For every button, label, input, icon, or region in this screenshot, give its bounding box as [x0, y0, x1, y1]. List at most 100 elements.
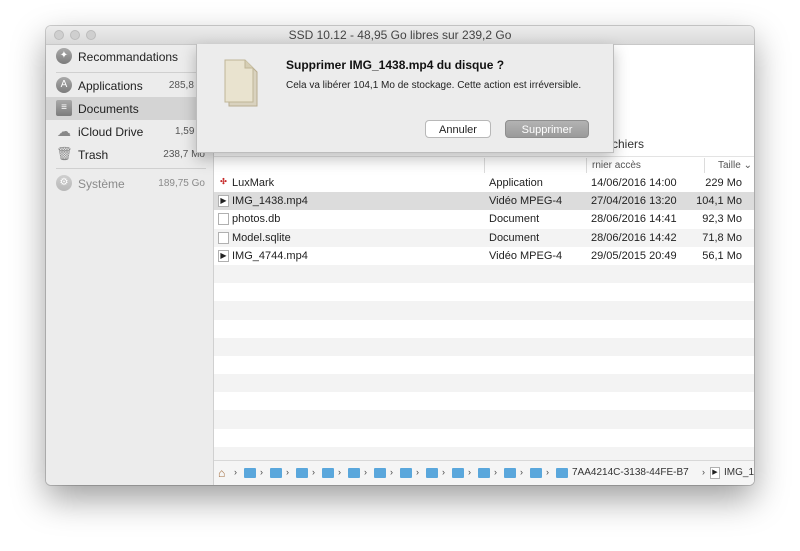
folder-icon[interactable]: [322, 468, 334, 478]
cell-kind: Document: [489, 213, 540, 226]
dialog-title: Supprimer IMG_1438.mp4 du disque ?: [286, 58, 505, 72]
table-row: [214, 301, 754, 320]
table-row: [214, 337, 754, 356]
column-divider: [484, 158, 485, 173]
dialog-message: Cela va libérer 104,1 Mo de stockage. Ce…: [286, 80, 582, 91]
video-file-icon: ▶: [218, 249, 229, 262]
sidebar-item-label: Documents: [78, 102, 139, 116]
chevron-right-icon: ›: [338, 467, 341, 477]
path-bar: ⌂ › › › › › › › › › › › › › 7AA4214C-313…: [214, 460, 754, 485]
table-row[interactable]: Model.sqlite Document 28/06/2016 14:42 7…: [214, 228, 754, 247]
cell-name: Model.sqlite: [232, 231, 291, 244]
folder-icon[interactable]: [452, 468, 464, 478]
video-file-icon: ▶: [710, 467, 720, 479]
table-row: [214, 374, 754, 393]
table-row: [214, 355, 754, 375]
folder-icon[interactable]: [426, 468, 438, 478]
chevron-right-icon: ›: [286, 467, 289, 477]
cloud-icon: ☁: [57, 123, 71, 139]
chevron-right-icon: ›: [390, 467, 393, 477]
column-size-label: Taille: [718, 160, 741, 171]
cell-kind: Document: [489, 231, 540, 244]
column-divider: [704, 158, 705, 173]
storage-window: SSD 10.12 - 48,95 Go libres sur 239,2 Go…: [46, 26, 754, 485]
table-row[interactable]: ✣ LuxMark Application 14/06/2016 14:00 2…: [214, 174, 754, 193]
cell-kind: Vidéo MPEG-4: [489, 195, 563, 208]
file-icon: [218, 231, 229, 244]
folder-icon[interactable]: [244, 468, 256, 478]
sidebar-item-documents[interactable]: ≡ Documents 3: [46, 97, 213, 120]
sidebar: ✦ Recommandations A Applications 285,8 M…: [46, 45, 214, 485]
cancel-button[interactable]: Annuler: [425, 120, 491, 138]
chevron-right-icon: ›: [546, 467, 549, 477]
cell-size: 56,1 Mo: [702, 249, 742, 262]
sidebar-item-applications[interactable]: A Applications 285,8 M: [46, 74, 213, 97]
sidebar-item-label: Applications: [78, 79, 143, 93]
table-row[interactable]: photos.db Document 28/06/2016 14:41 92,3…: [214, 210, 754, 229]
sidebar-item-trash[interactable]: 🗑 Trash 238,7 Mo: [46, 143, 213, 166]
table-row[interactable]: ▶ IMG_1438.mp4 Vidéo MPEG-4 27/04/2016 1…: [214, 192, 754, 211]
cell-accessed: 28/06/2016 14:41: [591, 213, 677, 226]
delete-confirmation-dialog: Supprimer IMG_1438.mp4 du disque ? Cela …: [196, 44, 614, 153]
cell-size: 71,8 Mo: [702, 231, 742, 244]
folder-icon[interactable]: [556, 468, 568, 478]
folder-icon[interactable]: [348, 468, 360, 478]
path-file-label[interactable]: IMG_1438.mp4: [724, 467, 754, 478]
cell-size: 92,3 Mo: [702, 213, 742, 226]
cell-kind: Application: [489, 177, 543, 189]
table-row: [214, 264, 754, 284]
cell-size: 229 Mo: [705, 177, 742, 189]
sidebar-item-systeme[interactable]: ⚙ Système 189,75 Go: [46, 172, 213, 195]
column-size[interactable]: Taille ⌄: [718, 160, 752, 171]
table-row: [214, 410, 754, 429]
home-icon[interactable]: ⌂: [218, 466, 225, 480]
chevron-right-icon: ›: [234, 467, 237, 477]
column-divider: [586, 158, 587, 173]
folder-icon[interactable]: [296, 468, 308, 478]
titlebar: SSD 10.12 - 48,95 Go libres sur 239,2 Go: [46, 26, 754, 45]
video-file-icon: ▶: [218, 195, 229, 208]
trash-icon: 🗑: [56, 146, 73, 161]
sidebar-item-icloud-drive[interactable]: ☁ iCloud Drive 1,59 G: [46, 120, 213, 143]
sidebar-item-label: Système: [78, 177, 125, 191]
sidebar-item-label: Trash: [78, 148, 109, 162]
path-folder-label[interactable]: 7AA4214C-3138-44FE-B7: [572, 467, 689, 478]
divider: [56, 72, 206, 73]
chevron-right-icon: ›: [494, 467, 497, 477]
cell-accessed: 29/05/2015 20:49: [591, 249, 677, 262]
appstore-icon: A: [56, 77, 72, 93]
folder-icon[interactable]: [530, 468, 542, 478]
column-header: rnier accès Taille ⌄: [214, 156, 754, 175]
cell-kind: Vidéo MPEG-4: [489, 249, 563, 262]
cell-name: LuxMark: [232, 177, 275, 189]
folder-icon[interactable]: [374, 468, 386, 478]
cell-name: photos.db: [232, 213, 281, 226]
cell-name: IMG_4744.mp4: [232, 249, 308, 262]
folder-icon[interactable]: [270, 468, 282, 478]
table-row: [214, 319, 754, 338]
cell-accessed: 14/06/2016 14:00: [591, 177, 677, 189]
chevron-right-icon: ›: [520, 467, 523, 477]
lightbulb-icon: ✦: [56, 48, 72, 64]
folder-icon[interactable]: [504, 468, 516, 478]
chevron-right-icon: ›: [702, 467, 705, 477]
document-icon: ≡: [56, 100, 72, 116]
folder-icon[interactable]: [400, 468, 412, 478]
delete-button[interactable]: Supprimer: [505, 120, 589, 138]
app-icon: ✣: [218, 177, 229, 189]
chevron-right-icon: ›: [468, 467, 471, 477]
gear-icon: ⚙: [56, 175, 72, 191]
sidebar-item-label: iCloud Drive: [78, 125, 144, 139]
cell-accessed: 28/06/2016 14:42: [591, 231, 677, 244]
window-title: SSD 10.12 - 48,95 Go libres sur 239,2 Go: [288, 28, 512, 42]
sidebar-item-recommandations[interactable]: ✦ Recommandations: [46, 45, 213, 68]
cell-name: IMG_1438.mp4: [232, 195, 308, 208]
cell-size: 104,1 Mo: [696, 195, 742, 208]
folder-icon[interactable]: [478, 468, 490, 478]
sidebar-item-size: 189,75 Go: [158, 178, 205, 189]
file-icon: [218, 213, 229, 226]
chevron-down-icon: ⌄: [743, 160, 752, 171]
column-last-access[interactable]: rnier accès: [592, 160, 641, 171]
divider: [56, 168, 206, 169]
table-row[interactable]: ▶ IMG_4744.mp4 Vidéo MPEG-4 29/05/2015 2…: [214, 246, 754, 265]
